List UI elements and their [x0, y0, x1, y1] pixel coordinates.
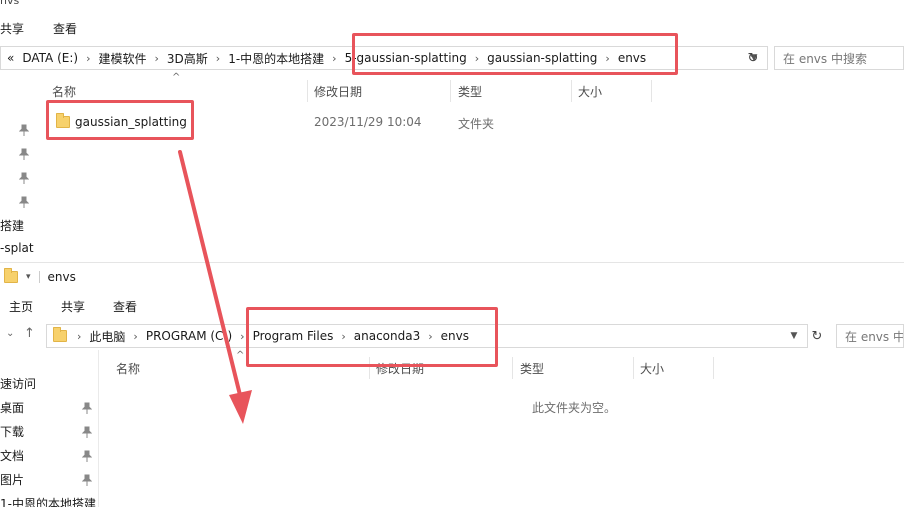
arrow-shaft [178, 150, 242, 397]
arrow-head [229, 390, 252, 424]
annotation-arrow [178, 150, 252, 424]
